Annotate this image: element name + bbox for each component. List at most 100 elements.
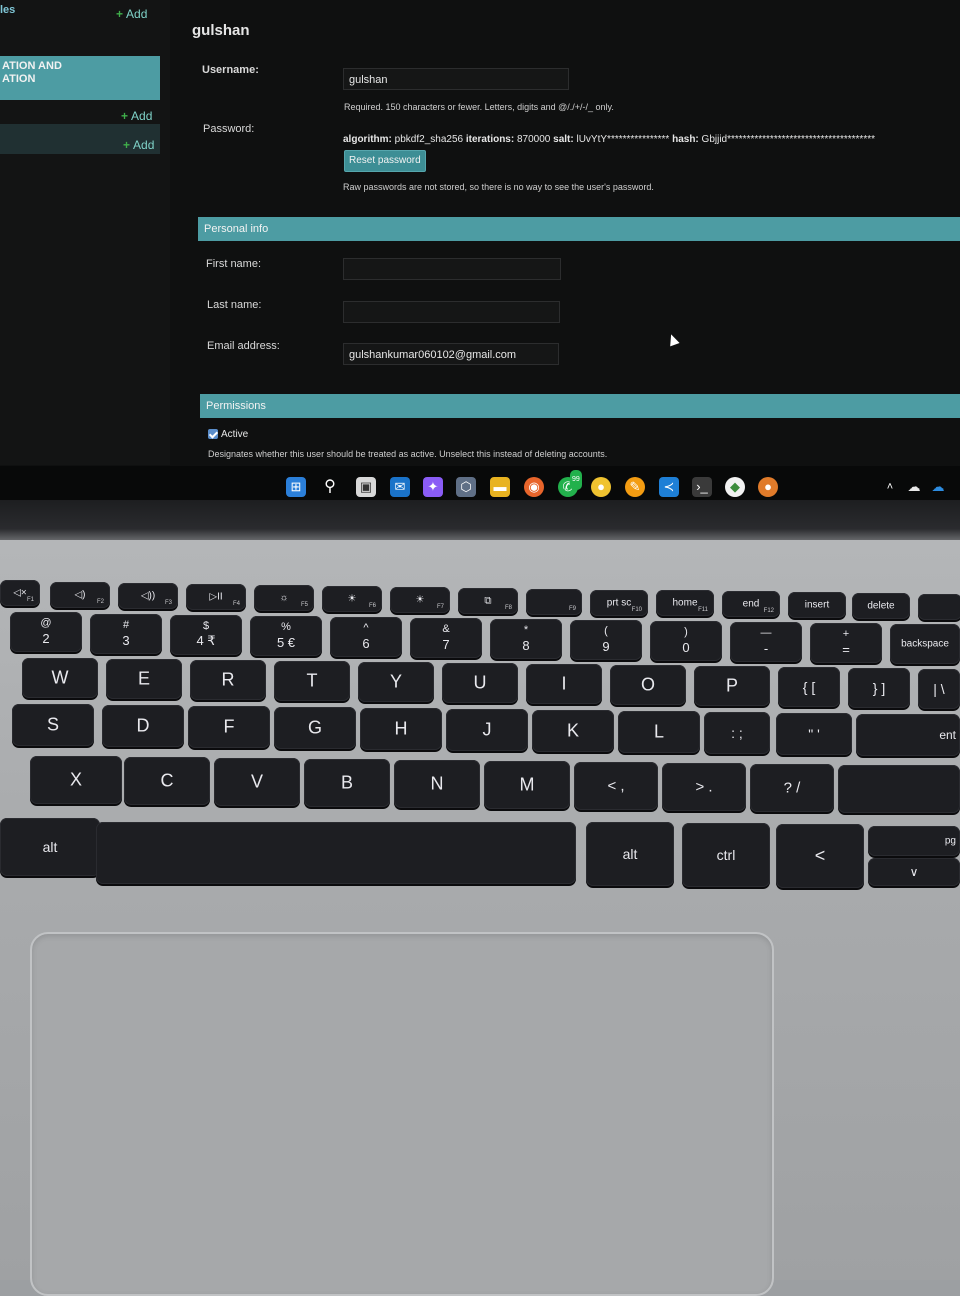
key-r[interactable]: R [190, 660, 266, 700]
key-left-bracket[interactable]: { [ [778, 667, 840, 707]
outlook-icon[interactable]: ✉ [390, 477, 410, 497]
reset-password-button[interactable]: Reset password [344, 150, 426, 172]
key-e[interactable]: E [106, 659, 182, 699]
key-n[interactable]: N [394, 760, 480, 808]
sidebar-section-header: ATION AND ATION [0, 56, 160, 100]
sidebar-models-label[interactable]: les [0, 4, 15, 16]
vscode-icon[interactable]: ≺ [659, 477, 679, 497]
sublime-icon[interactable]: ✎ [625, 477, 645, 497]
key-insert[interactable]: insert [788, 592, 846, 618]
admin-sidebar: les + Add ATION AND ATION + Add + Add [0, 0, 170, 465]
windows-start-icon[interactable]: ⊞ [286, 477, 306, 497]
key-x[interactable]: X [30, 756, 122, 804]
key-semicolon[interactable]: : ; [704, 712, 770, 754]
active-checkbox-row[interactable]: Active [208, 429, 248, 440]
key-comma[interactable]: < , [574, 762, 658, 810]
key-s[interactable]: S [12, 704, 94, 746]
key-j[interactable]: J [446, 709, 528, 751]
key-4[interactable]: $4 ₹ [170, 615, 242, 655]
username-field[interactable]: gulshan [343, 68, 569, 90]
search-icon[interactable]: ⚲ [320, 477, 340, 497]
key-6[interactable]: ^ 6 [330, 617, 402, 657]
touchpad[interactable] [30, 932, 774, 1296]
key-c[interactable]: C [124, 757, 210, 805]
key-y[interactable]: Y [358, 662, 434, 702]
key-enter[interactable]: ent [856, 714, 960, 756]
key-f[interactable]: F [188, 706, 270, 748]
key-t[interactable]: T [274, 661, 350, 701]
key-f6[interactable]: ☀ F6 [322, 586, 382, 612]
active-checkbox[interactable] [208, 429, 218, 440]
key-fn-extra[interactable] [918, 594, 960, 620]
key-f3[interactable]: ◁)) F3 [118, 583, 178, 609]
copilot-icon[interactable]: ✦ [423, 477, 443, 497]
onedrive-icon[interactable]: ☁ [904, 477, 924, 497]
spacebar[interactable] [96, 822, 576, 884]
key-m[interactable]: M [484, 761, 570, 809]
key-f8[interactable]: ⧉ F8 [458, 588, 518, 614]
terminal-icon[interactable]: ›_ [692, 477, 712, 497]
task-view-icon[interactable]: ▣ [356, 477, 376, 497]
key-0[interactable]: ) 0 [650, 621, 722, 661]
firefox-icon[interactable]: ◉ [524, 477, 544, 497]
key-5[interactable]: % 5 € [250, 616, 322, 656]
key-minus[interactable]: — - [730, 622, 802, 662]
key-right-alt[interactable]: alt [586, 822, 674, 886]
chrome-icon[interactable]: ● [591, 477, 611, 497]
key-prtsc[interactable]: prt sc F10 [590, 590, 648, 616]
key-right-bracket[interactable]: } ] [848, 668, 910, 708]
key-slash[interactable]: ? / [750, 764, 834, 812]
virtualbox-icon[interactable]: ⬡ [456, 477, 476, 497]
sidebar-add-link[interactable]: + Add [121, 109, 152, 123]
first-name-field[interactable] [343, 258, 561, 280]
key-v[interactable]: V [214, 758, 300, 806]
key-f7[interactable]: ☀ F7 [390, 587, 450, 613]
key-f4[interactable]: ▷II F4 [186, 584, 246, 610]
key-backspace[interactable]: backspace [890, 624, 960, 664]
key-arrow-left[interactable]: < [776, 824, 864, 888]
key-period[interactable]: > . [662, 763, 746, 811]
chevron-up-icon[interactable]: ˄ [880, 477, 900, 497]
key-k[interactable]: K [532, 710, 614, 752]
email-field[interactable]: gulshankumar060102@gmail.com [343, 343, 559, 365]
key-2[interactable]: @2 [10, 612, 82, 652]
key-backslash[interactable]: | \ [918, 669, 960, 709]
key-3[interactable]: #3 [90, 614, 162, 654]
key-f1[interactable]: ◁× F1 [0, 580, 40, 606]
key-left-alt[interactable]: alt [0, 818, 100, 876]
mongodb-icon[interactable]: ◆ [725, 477, 745, 497]
key-i[interactable]: I [526, 664, 602, 704]
key-7[interactable]: & 7 [410, 618, 482, 658]
key-equals[interactable]: + = [810, 623, 882, 663]
key-right-shift[interactable] [838, 765, 960, 813]
key-p[interactable]: P [694, 666, 770, 706]
key-g[interactable]: G [274, 707, 356, 749]
whatsapp-icon[interactable]: ✆ 99 [558, 470, 582, 497]
key-home[interactable]: home F11 [656, 590, 714, 616]
file-explorer-icon[interactable]: ▬ [490, 477, 510, 497]
key-b[interactable]: B [304, 759, 390, 807]
onedrive-blue-icon[interactable]: ☁ [928, 477, 948, 497]
key-o[interactable]: O [610, 665, 686, 705]
key-u[interactable]: U [442, 663, 518, 703]
key-delete[interactable]: delete [852, 593, 910, 619]
sidebar-add-link[interactable]: + Add [123, 138, 154, 152]
key-arrow-up[interactable]: pg [868, 826, 960, 856]
key-arrow-down[interactable]: ∨ [868, 858, 960, 886]
key-l[interactable]: L [618, 711, 700, 753]
key-quote[interactable]: " ' [776, 713, 852, 755]
password-help-text: Raw passwords are not stored, so there i… [343, 182, 654, 192]
key-end[interactable]: end F12 [722, 591, 780, 617]
sidebar-add-link[interactable]: + Add [116, 7, 147, 21]
key-d[interactable]: D [102, 705, 184, 747]
key-f9[interactable]: F9 [526, 589, 582, 615]
key-h[interactable]: H [360, 708, 442, 750]
key-w[interactable]: W [22, 658, 98, 698]
key-right-ctrl[interactable]: ctrl [682, 823, 770, 887]
last-name-field[interactable] [343, 301, 560, 323]
key-8[interactable]: * 8 [490, 619, 562, 659]
chrome-canary-icon[interactable]: ● [758, 477, 778, 497]
key-f2[interactable]: ◁) F2 [50, 582, 110, 608]
key-9[interactable]: (9 [570, 620, 642, 660]
key-f5[interactable]: ☼ F5 [254, 585, 314, 611]
